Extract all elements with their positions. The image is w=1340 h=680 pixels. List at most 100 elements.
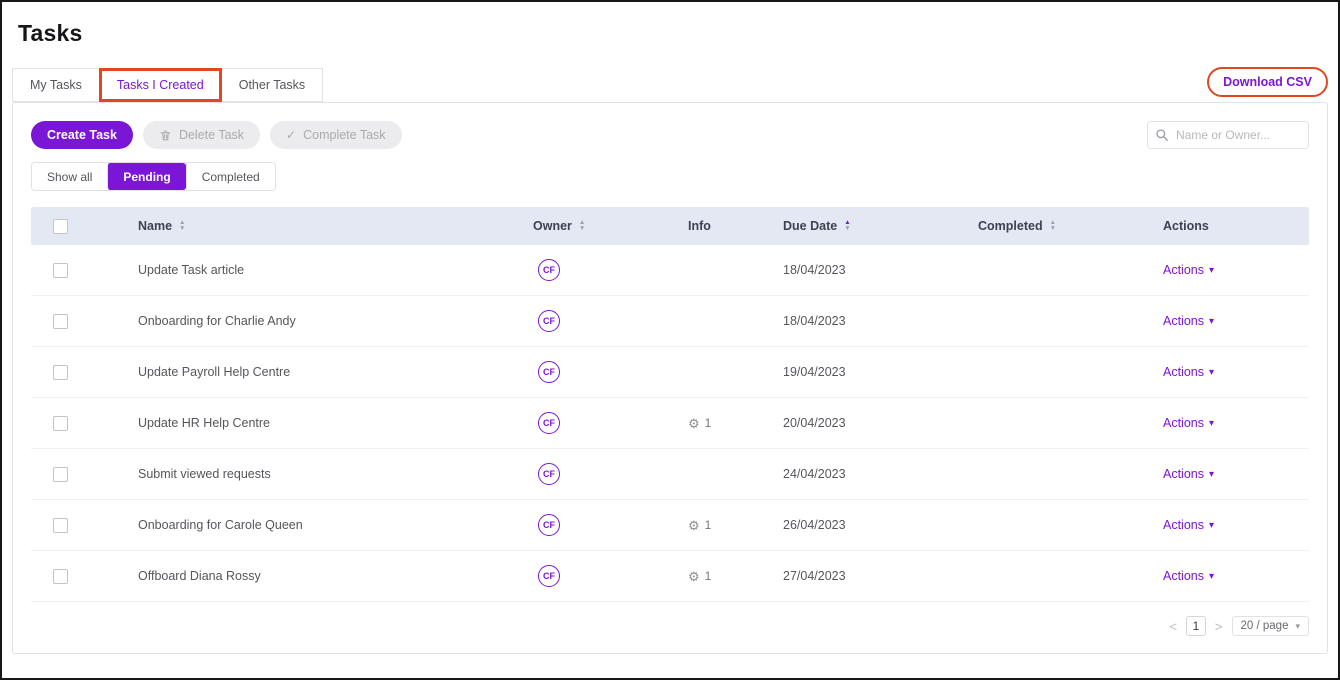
- info-cell: ⚙: [688, 366, 783, 379]
- create-task-button[interactable]: Create Task: [31, 121, 133, 149]
- owner-avatar[interactable]: CF: [538, 514, 560, 536]
- owner-avatar[interactable]: CF: [538, 565, 560, 587]
- info-icon: ⚙: [688, 417, 700, 430]
- search-input[interactable]: [1147, 121, 1309, 149]
- prev-page-button[interactable]: <: [1169, 619, 1177, 634]
- owner-avatar[interactable]: CF: [538, 310, 560, 332]
- table-row: Update Task article CF ⚙ 18/04/2023 Acti…: [31, 245, 1309, 296]
- next-page-button[interactable]: >: [1215, 619, 1223, 634]
- due-date: 26/04/2023: [783, 518, 978, 532]
- task-name: Offboard Diana Rossy: [138, 569, 533, 583]
- task-name: Update Task article: [138, 263, 533, 277]
- actions-menu[interactable]: Actions ▾: [1163, 467, 1309, 481]
- page-size-select[interactable]: 20 / page ▾: [1232, 616, 1310, 636]
- info-cell: ⚙ 1: [688, 518, 783, 532]
- delete-task-label: Delete Task: [179, 128, 244, 142]
- info-badge: ⚙ 1: [688, 518, 711, 532]
- due-date: 27/04/2023: [783, 569, 978, 583]
- complete-task-button[interactable]: ✓ Complete Task: [270, 121, 402, 149]
- row-checkbox[interactable]: [53, 416, 68, 431]
- task-name: Submit viewed requests: [138, 467, 533, 481]
- filter-completed[interactable]: Completed: [186, 163, 275, 190]
- info-cell: ⚙ 1: [688, 569, 783, 583]
- info-badge: ⚙ 1: [688, 416, 711, 430]
- due-date: 20/04/2023: [783, 416, 978, 430]
- tasks-page: Tasks My Tasks Tasks I Created Other Tas…: [2, 2, 1338, 654]
- task-name: Onboarding for Charlie Andy: [138, 314, 533, 328]
- column-header-info: Info: [688, 219, 711, 233]
- actions-label: Actions: [1163, 263, 1204, 277]
- toolbar: Create Task Delete Task ✓ Complete Task: [31, 121, 1309, 149]
- column-header-completed: Completed: [978, 219, 1043, 233]
- task-name: Update Payroll Help Centre: [138, 365, 533, 379]
- info-cell: ⚙ 1: [688, 416, 783, 430]
- actions-menu[interactable]: Actions ▾: [1163, 314, 1309, 328]
- due-date: 18/04/2023: [783, 263, 978, 277]
- delete-task-button[interactable]: Delete Task: [143, 121, 260, 149]
- current-page[interactable]: 1: [1186, 616, 1206, 636]
- info-count: 1: [705, 416, 712, 430]
- sort-due-date-icon[interactable]: ▲▼: [844, 220, 850, 232]
- table-header: Name ▲▼ Owner ▲▼ Info Due Date ▲▼ Comple…: [31, 207, 1309, 245]
- column-header-owner: Owner: [533, 219, 572, 233]
- due-date: 24/04/2023: [783, 467, 978, 481]
- search-box: [1147, 121, 1309, 149]
- status-filter: Show all Pending Completed: [31, 162, 276, 191]
- tasks-card: Create Task Delete Task ✓ Complete Task …: [12, 102, 1328, 654]
- table-row: Onboarding for Carole Queen CF ⚙ 1 26/04…: [31, 500, 1309, 551]
- tabs-row: My Tasks Tasks I Created Other Tasks Dow…: [12, 67, 1328, 102]
- chevron-down-icon: ▾: [1209, 520, 1214, 531]
- info-count: 1: [705, 518, 712, 532]
- sort-completed-icon[interactable]: ▲▼: [1050, 220, 1056, 232]
- tabs: My Tasks Tasks I Created Other Tasks: [12, 68, 322, 102]
- trash-icon: [159, 129, 172, 142]
- table-body: Update Task article CF ⚙ 18/04/2023 Acti…: [31, 245, 1309, 602]
- row-checkbox[interactable]: [53, 314, 68, 329]
- page-title: Tasks: [18, 20, 1328, 47]
- tab-other-tasks[interactable]: Other Tasks: [221, 68, 323, 102]
- actions-menu[interactable]: Actions ▾: [1163, 416, 1309, 430]
- column-header-actions: Actions: [1163, 219, 1209, 233]
- tab-tasks-i-created[interactable]: Tasks I Created: [99, 68, 222, 102]
- sort-owner-icon[interactable]: ▲▼: [579, 220, 585, 232]
- table-row: Onboarding for Charlie Andy CF ⚙ 18/04/2…: [31, 296, 1309, 347]
- task-name: Onboarding for Carole Queen: [138, 518, 533, 532]
- filter-pending[interactable]: Pending: [107, 163, 185, 190]
- row-checkbox[interactable]: [53, 365, 68, 380]
- pagination: < 1 > 20 / page ▾: [31, 616, 1309, 636]
- page-size-value: 20 / page: [1241, 620, 1289, 632]
- due-date: 18/04/2023: [783, 314, 978, 328]
- actions-menu[interactable]: Actions ▾: [1163, 365, 1309, 379]
- owner-avatar[interactable]: CF: [538, 259, 560, 281]
- actions-menu[interactable]: Actions ▾: [1163, 518, 1309, 532]
- search-icon: [1155, 128, 1169, 142]
- chevron-down-icon: ▾: [1209, 367, 1214, 378]
- row-checkbox[interactable]: [53, 263, 68, 278]
- row-checkbox[interactable]: [53, 569, 68, 584]
- column-header-due-date: Due Date: [783, 219, 837, 233]
- chevron-down-icon: ▾: [1295, 621, 1300, 632]
- actions-label: Actions: [1163, 518, 1204, 532]
- chevron-down-icon: ▾: [1209, 418, 1214, 429]
- select-all-checkbox[interactable]: [53, 219, 68, 234]
- info-icon: ⚙: [688, 570, 700, 583]
- row-checkbox[interactable]: [53, 467, 68, 482]
- owner-avatar[interactable]: CF: [538, 463, 560, 485]
- due-date: 19/04/2023: [783, 365, 978, 379]
- column-header-name: Name: [138, 219, 172, 233]
- row-checkbox[interactable]: [53, 518, 68, 533]
- table-row: Submit viewed requests CF ⚙ 24/04/2023 A…: [31, 449, 1309, 500]
- table-row: Offboard Diana Rossy CF ⚙ 1 27/04/2023 A…: [31, 551, 1309, 602]
- chevron-down-icon: ▾: [1209, 265, 1214, 276]
- actions-label: Actions: [1163, 365, 1204, 379]
- actions-menu[interactable]: Actions ▾: [1163, 263, 1309, 277]
- chevron-down-icon: ▾: [1209, 571, 1214, 582]
- download-csv-button[interactable]: Download CSV: [1207, 67, 1328, 97]
- chevron-down-icon: ▾: [1209, 316, 1214, 327]
- owner-avatar[interactable]: CF: [538, 412, 560, 434]
- filter-show-all[interactable]: Show all: [32, 163, 107, 190]
- tab-my-tasks[interactable]: My Tasks: [12, 68, 100, 102]
- owner-avatar[interactable]: CF: [538, 361, 560, 383]
- sort-name-icon[interactable]: ▲▼: [179, 220, 185, 232]
- actions-menu[interactable]: Actions ▾: [1163, 569, 1309, 583]
